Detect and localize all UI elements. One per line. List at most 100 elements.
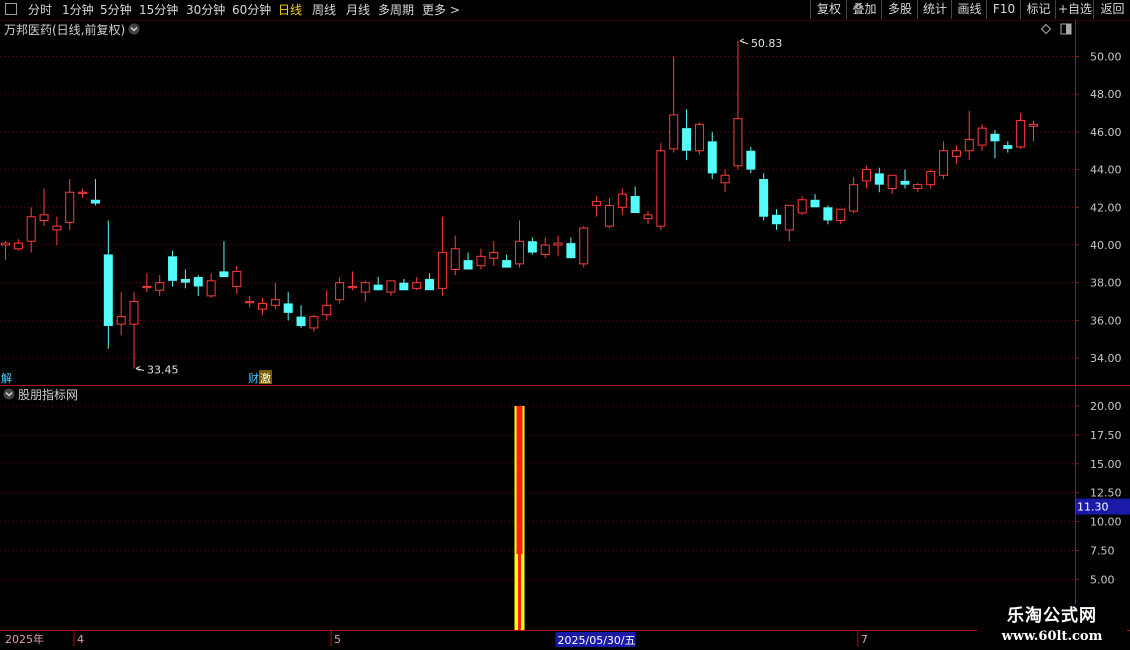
candle[interactable] [296, 305, 306, 328]
candle[interactable] [386, 280, 396, 296]
diamond-icon[interactable] [1040, 23, 1052, 35]
main-panel-title[interactable]: 万邦医药(日线,前复权) [4, 22, 125, 37]
candle[interactable] [90, 179, 100, 206]
candle[interactable] [823, 205, 833, 225]
period-button[interactable]: 30分钟 [186, 1, 225, 19]
candle[interactable] [540, 237, 550, 259]
period-button[interactable]: 日线 [278, 1, 302, 19]
candle[interactable] [129, 292, 139, 369]
candle[interactable] [682, 109, 692, 161]
candle[interactable] [219, 241, 229, 278]
period-button[interactable]: 1分钟 [62, 1, 94, 19]
candle[interactable] [707, 131, 717, 180]
period-button[interactable]: 周线 [312, 1, 336, 19]
candle[interactable] [592, 195, 602, 217]
candle[interactable] [155, 275, 165, 296]
toolbar-right-button[interactable]: +自选 [1055, 0, 1094, 19]
candle[interactable] [78, 188, 88, 198]
candle[interactable] [450, 235, 460, 276]
candle[interactable] [656, 143, 666, 230]
candle[interactable] [579, 226, 589, 268]
candle[interactable] [1003, 141, 1013, 153]
toolbar-right-button[interactable]: 返回 [1093, 0, 1130, 19]
candle[interactable] [887, 174, 897, 195]
candle[interactable] [437, 216, 447, 296]
candle[interactable] [463, 252, 473, 270]
candle[interactable] [900, 169, 910, 189]
candle[interactable] [13, 239, 23, 251]
candle[interactable] [617, 188, 627, 215]
candle[interactable] [322, 290, 332, 321]
candle[interactable] [245, 295, 255, 308]
candle[interactable] [527, 237, 537, 255]
candle[interactable] [502, 254, 512, 268]
candle[interactable] [425, 273, 435, 291]
toolbar-right-button[interactable]: 多股 [881, 0, 918, 19]
candle[interactable] [103, 220, 113, 349]
period-button[interactable]: 多周期 [378, 1, 414, 19]
candle[interactable] [26, 207, 36, 253]
toolbar-right-button[interactable]: F10 [986, 0, 1021, 19]
candle[interactable] [604, 197, 614, 229]
toolbar-right-button[interactable]: 统计 [917, 0, 952, 19]
candle[interactable] [206, 273, 216, 298]
candle[interactable] [335, 277, 345, 304]
incentive-marker[interactable]: 激 [260, 371, 271, 385]
candle[interactable] [283, 292, 293, 321]
period-button[interactable]: 分时 [28, 1, 52, 19]
candle[interactable] [1029, 120, 1038, 142]
indicator-panel-title[interactable]: 股朋指标网 [18, 387, 78, 402]
unlock-marker[interactable]: 解 [1, 371, 12, 385]
candles[interactable] [1, 40, 1038, 369]
candle[interactable] [399, 278, 409, 291]
candle[interactable] [270, 282, 280, 310]
candle[interactable] [720, 169, 730, 193]
candle[interactable] [360, 280, 370, 302]
candle[interactable] [515, 220, 524, 268]
main-title-dropdown-icon[interactable] [128, 23, 140, 35]
period-button[interactable]: 更多 > [422, 1, 460, 19]
candle[interactable] [630, 186, 640, 213]
candle[interactable] [849, 177, 859, 213]
toolbar-right-button[interactable]: 标记 [1020, 0, 1056, 19]
candle[interactable] [116, 292, 126, 336]
candle[interactable] [1, 241, 10, 261]
period-button[interactable]: 月线 [346, 1, 370, 19]
candle[interactable] [566, 237, 576, 259]
toolbar-right-button[interactable]: 复权 [810, 0, 847, 19]
candle[interactable] [39, 188, 49, 227]
candle[interactable] [913, 182, 923, 193]
candle[interactable] [193, 275, 203, 296]
candle[interactable] [772, 209, 781, 230]
candle[interactable] [669, 56, 679, 153]
candle[interactable] [836, 208, 846, 225]
chart-area[interactable]: 34.00 36.00 38.00 40.00 42.00 44.00 46.00 48.00… [0, 20, 1130, 650]
period-button[interactable]: 15分钟 [139, 1, 178, 19]
candle[interactable] [476, 248, 486, 270]
period-button[interactable]: 5分钟 [100, 1, 132, 19]
candle[interactable] [797, 195, 807, 215]
candle[interactable] [746, 146, 756, 174]
finance-marker[interactable]: 财 [248, 371, 259, 385]
candle[interactable] [939, 141, 949, 180]
candle[interactable] [759, 173, 769, 221]
indicator-bars[interactable] [514, 406, 525, 630]
candle[interactable] [553, 235, 563, 257]
period-button[interactable]: 60分钟 [232, 1, 271, 19]
candle[interactable] [977, 124, 987, 151]
candle[interactable] [874, 167, 884, 193]
candle[interactable] [347, 271, 357, 291]
indicator-dropdown-icon[interactable] [3, 388, 15, 400]
toolbar-right-button[interactable]: 画线 [951, 0, 987, 19]
candle[interactable] [373, 277, 383, 291]
candle[interactable] [964, 111, 974, 161]
candle[interactable] [733, 40, 743, 170]
candle[interactable] [861, 165, 871, 189]
candle[interactable] [990, 130, 1000, 159]
toolbar-menu-icon[interactable] [5, 3, 17, 15]
candle[interactable] [1016, 113, 1026, 149]
candle[interactable] [168, 250, 178, 287]
candle[interactable] [180, 269, 190, 289]
candle[interactable] [784, 204, 794, 242]
candle[interactable] [810, 194, 820, 208]
